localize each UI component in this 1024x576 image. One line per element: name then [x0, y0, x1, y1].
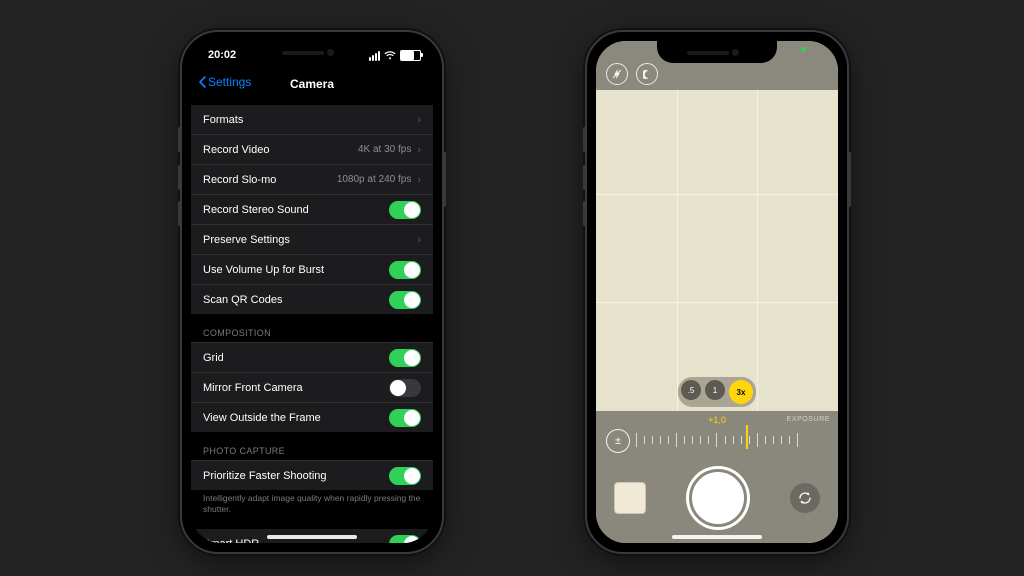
iphone-camera: .513x +1,0 EXPOSURE ± — [585, 30, 849, 554]
shutter-button[interactable] — [689, 469, 747, 527]
camera-bottom-bar — [596, 459, 838, 543]
zoom-button[interactable]: .5 — [681, 380, 701, 400]
toggle-switch[interactable] — [389, 261, 421, 279]
flash-button[interactable] — [606, 63, 628, 85]
section-header: PHOTO CAPTURE — [191, 440, 433, 460]
battery-icon — [400, 50, 421, 61]
row-label: View Outside the Frame — [203, 412, 389, 424]
settings-row[interactable]: Scan QR Codes — [191, 284, 433, 314]
settings-row[interactable]: Formats› — [191, 105, 433, 134]
settings-row[interactable]: Record Video4K at 30 fps › — [191, 134, 433, 164]
exposure-toggle-button[interactable]: ± — [606, 429, 630, 453]
page-title: Camera — [290, 77, 334, 91]
camera-screen: .513x +1,0 EXPOSURE ± — [596, 41, 838, 543]
exposure-label: EXPOSURE — [787, 416, 830, 423]
row-label: Record Slo-mo — [203, 174, 337, 186]
back-button[interactable]: Settings — [197, 75, 251, 89]
row-label: Record Stereo Sound — [203, 204, 389, 216]
camera-active-indicator — [801, 47, 806, 52]
flip-camera-button[interactable] — [790, 483, 820, 513]
wifi-icon — [384, 51, 396, 60]
settings-row[interactable]: View Outside the Frame — [191, 402, 433, 432]
back-label: Settings — [208, 75, 251, 89]
row-value: 4K at 30 fps — [358, 144, 411, 155]
settings-row[interactable]: Prioritize Faster Shooting — [191, 460, 433, 490]
settings-row[interactable]: Use Volume Up for Burst — [191, 254, 433, 284]
row-label: Use Volume Up for Burst — [203, 264, 389, 276]
row-label: Preserve Settings — [203, 234, 417, 246]
section-header: COMPOSITION — [191, 322, 433, 342]
settings-row[interactable]: Preserve Settings› — [191, 224, 433, 254]
settings-row[interactable]: Record Slo-mo1080p at 240 fps › — [191, 164, 433, 194]
toggle-switch[interactable] — [389, 467, 421, 485]
toggle-switch[interactable] — [389, 291, 421, 309]
settings-list: Formats›Record Video4K at 30 fps›Record … — [191, 105, 433, 543]
row-label: Scan QR Codes — [203, 294, 389, 306]
settings-row[interactable]: Grid — [191, 342, 433, 372]
status-time: 20:02 — [208, 49, 236, 61]
iphone-settings: 20:02 Settings Camera Formats›Record Vid… — [180, 30, 444, 554]
toggle-switch[interactable] — [389, 409, 421, 427]
row-label: Prioritize Faster Shooting — [203, 470, 389, 482]
settings-row[interactable]: Record Stereo Sound — [191, 194, 433, 224]
toggle-switch[interactable] — [389, 349, 421, 367]
section-footer: Intelligently adapt image quality when r… — [191, 490, 433, 521]
zoom-button[interactable]: 3x — [729, 380, 753, 404]
home-indicator[interactable] — [267, 535, 357, 539]
row-label: Formats — [203, 114, 417, 126]
notch — [657, 41, 777, 63]
chevron-right-icon: › — [417, 174, 421, 186]
composition-grid — [596, 85, 838, 411]
nav-bar: Settings Camera — [191, 71, 433, 101]
exposure-panel: +1,0 EXPOSURE ± — [596, 411, 838, 465]
settings-row[interactable]: Mirror Front Camera — [191, 372, 433, 402]
night-mode-button[interactable] — [636, 63, 658, 85]
last-photo-thumbnail[interactable] — [614, 482, 646, 514]
row-label: Mirror Front Camera — [203, 382, 389, 394]
exposure-slider[interactable] — [636, 431, 798, 449]
zoom-selector: .513x — [678, 377, 756, 407]
chevron-right-icon: › — [417, 234, 421, 246]
row-label: Grid — [203, 352, 389, 364]
chevron-right-icon: › — [417, 114, 421, 126]
status-right — [369, 50, 421, 61]
toggle-switch[interactable] — [389, 379, 421, 397]
toggle-switch[interactable] — [389, 201, 421, 219]
viewfinder[interactable] — [596, 85, 838, 411]
settings-screen: 20:02 Settings Camera Formats›Record Vid… — [191, 41, 433, 543]
exposure-value: +1,0 — [708, 415, 726, 425]
notch — [252, 41, 372, 63]
zoom-button[interactable]: 1 — [705, 380, 725, 400]
exposure-cursor — [746, 425, 748, 449]
home-indicator[interactable] — [672, 535, 762, 539]
chevron-right-icon: › — [417, 144, 421, 156]
row-label: Record Video — [203, 144, 358, 156]
toggle-switch[interactable] — [389, 535, 421, 543]
row-value: 1080p at 240 fps — [337, 174, 412, 185]
